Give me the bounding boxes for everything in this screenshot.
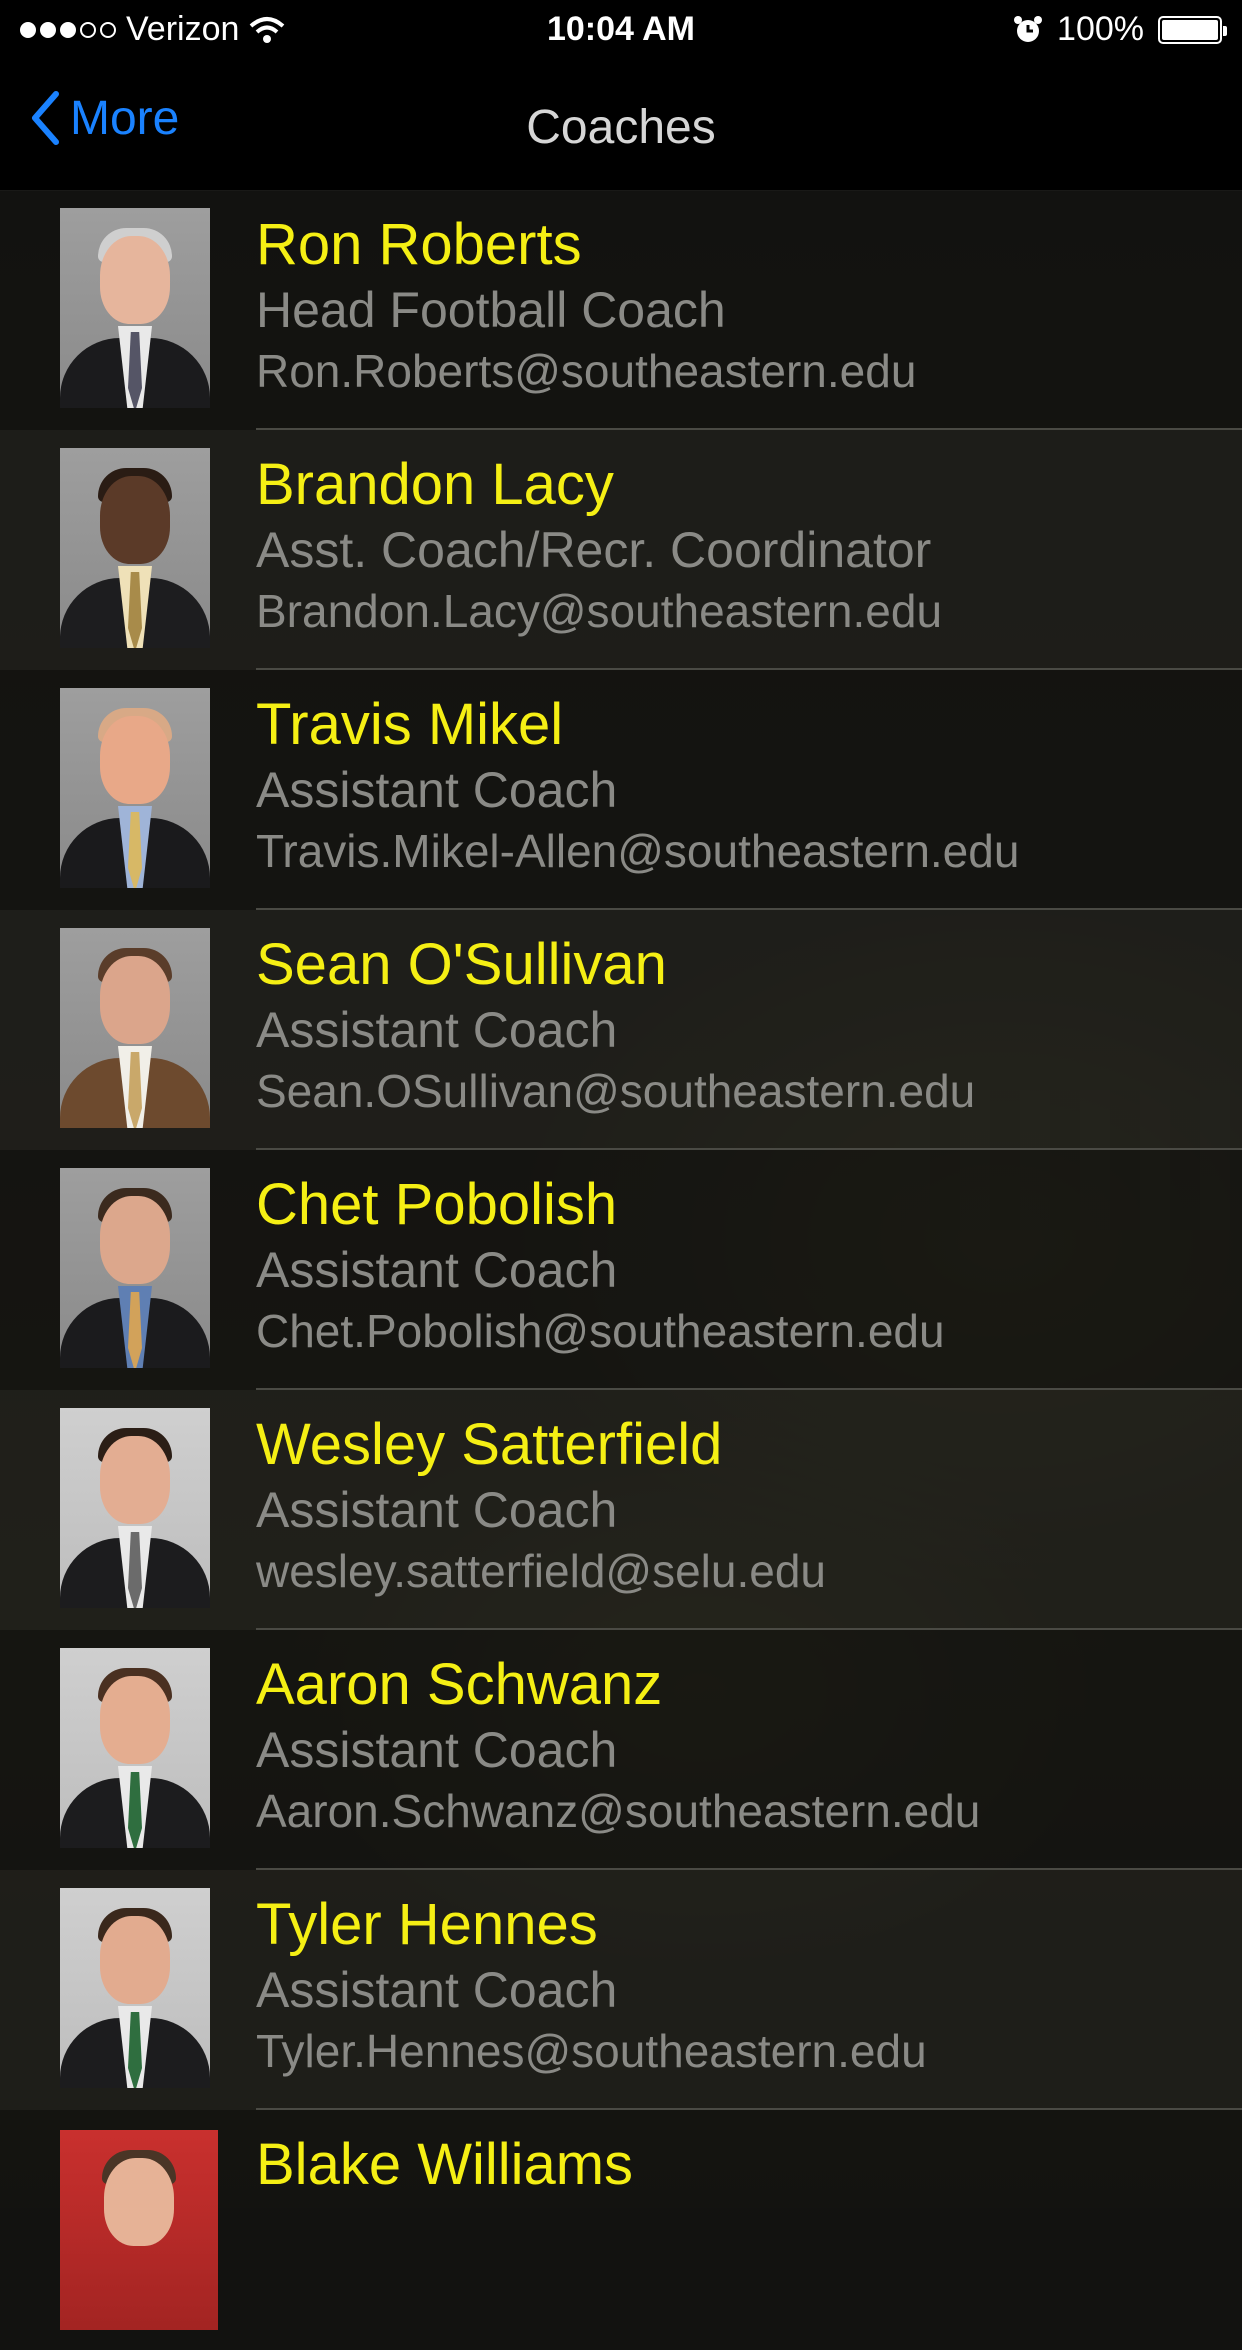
list-item[interactable]: Ron Roberts Head Football Coach Ron.Robe… <box>0 190 1242 430</box>
coach-title: Assistant Coach <box>256 1242 618 1298</box>
coach-name: Ron Roberts <box>256 212 582 277</box>
coach-photo <box>60 1888 210 2088</box>
coach-photo <box>60 1648 210 1848</box>
coach-name: Tyler Hennes <box>256 1892 598 1957</box>
coach-title: Assistant Coach <box>256 1482 618 1538</box>
coach-photo <box>60 1168 210 1368</box>
coach-name: Wesley Satterfield <box>256 1412 723 1477</box>
coach-title: Assistant Coach <box>256 1722 618 1778</box>
coach-email[interactable]: Ron.Roberts@southeastern.edu <box>256 342 1222 400</box>
coach-title: Head Football Coach <box>256 282 726 338</box>
list-item[interactable]: Sean O'Sullivan Assistant Coach Sean.OSu… <box>0 910 1242 1150</box>
coach-photo <box>60 2130 218 2330</box>
coach-name: Chet Pobolish <box>256 1172 618 1237</box>
coach-name: Travis Mikel <box>256 692 564 757</box>
coach-email[interactable]: Brandon.Lacy@southeastern.edu <box>256 582 1222 640</box>
coach-email[interactable]: Aaron.Schwanz@southeastern.edu <box>256 1782 1222 1840</box>
coach-email[interactable]: wesley.satterfield@selu.edu <box>256 1542 1222 1600</box>
coach-email[interactable]: Tyler.Hennes@southeastern.edu <box>256 2022 1222 2080</box>
list-item[interactable]: Chet Pobolish Assistant Coach Chet.Pobol… <box>0 1150 1242 1390</box>
status-bar: Verizon 10:04 AM 100% <box>0 0 1242 62</box>
coach-email[interactable]: Travis.Mikel-Allen@southeastern.edu <box>256 822 1222 880</box>
coach-name: Blake Williams <box>256 2132 634 2197</box>
alarm-icon <box>1014 15 1043 42</box>
coach-title: Assistant Coach <box>256 1002 618 1058</box>
coach-name: Sean O'Sullivan <box>256 932 667 997</box>
coach-photo <box>60 208 210 408</box>
list-item[interactable]: Brandon Lacy Asst. Coach/Recr. Coordinat… <box>0 430 1242 670</box>
list-item[interactable]: Aaron Schwanz Assistant Coach Aaron.Schw… <box>0 1630 1242 1870</box>
coaches-list: Ron Roberts Head Football Coach Ron.Robe… <box>0 190 1242 2350</box>
battery-icon <box>1158 15 1227 44</box>
navigation-bar: More Coaches <box>0 62 1242 191</box>
list-item[interactable]: Blake Williams <box>0 2110 1242 2350</box>
coach-title: Assistant Coach <box>256 1962 618 2018</box>
coach-title: Assistant Coach <box>256 762 618 818</box>
coach-photo <box>60 688 210 888</box>
coach-email[interactable]: Chet.Pobolish@southeastern.edu <box>256 1302 1222 1360</box>
list-item[interactable]: Tyler Hennes Assistant Coach Tyler.Henne… <box>0 1870 1242 2110</box>
coach-photo <box>60 448 210 648</box>
coach-email[interactable]: Sean.OSullivan@southeastern.edu <box>256 1062 1222 1120</box>
list-item[interactable]: Wesley Satterfield Assistant Coach wesle… <box>0 1390 1242 1630</box>
coach-name: Aaron Schwanz <box>256 1652 663 1717</box>
battery-percent: 100% <box>1057 10 1144 48</box>
coach-name: Brandon Lacy <box>256 452 614 517</box>
coach-title: Asst. Coach/Recr. Coordinator <box>256 522 932 578</box>
coach-photo <box>60 928 210 1128</box>
list-item[interactable]: Travis Mikel Assistant Coach Travis.Mike… <box>0 670 1242 910</box>
coach-photo <box>60 1408 210 1608</box>
page-title: Coaches <box>526 101 716 154</box>
